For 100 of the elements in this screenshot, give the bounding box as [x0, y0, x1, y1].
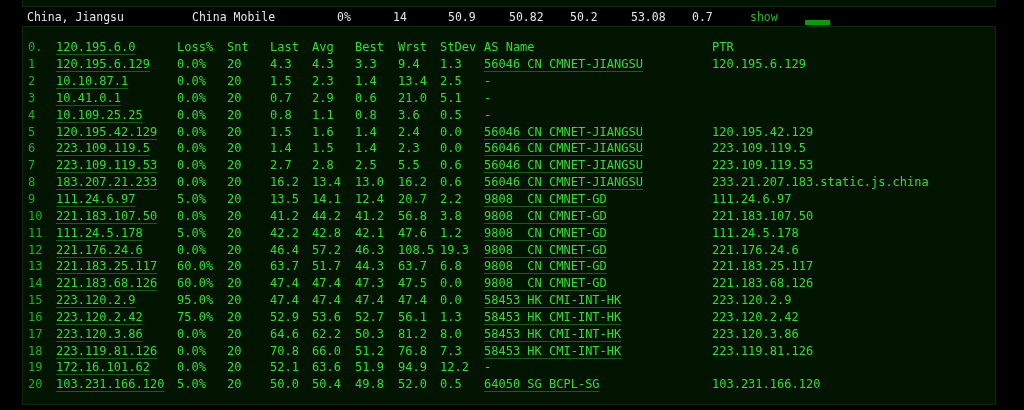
host-link[interactable]: 223.119.81.126 [56, 343, 158, 358]
table-cell-text: 4.3 [270, 57, 293, 72]
table-cell-text: 46.4 [270, 242, 300, 257]
host-link[interactable]: 223.109.119.53 [56, 158, 158, 173]
host-link[interactable]: 10.41.0.1 [56, 90, 122, 105]
table-cell-text: 50.3 [355, 326, 385, 341]
hop-number: 13 [28, 259, 44, 274]
as-name-text: - [484, 74, 493, 89]
as-name-link[interactable]: 9808 CN CMNET-GD [484, 259, 607, 274]
table-cell-text: 2.5 [440, 74, 463, 89]
ptr-text: 103.231.166.120 [712, 377, 822, 392]
as-name-link[interactable]: 9808 CN CMNET-GD [484, 208, 607, 223]
table-cell-text: 70.8 [270, 343, 300, 358]
host-link[interactable]: 103.231.166.120 [56, 377, 165, 392]
host-link[interactable]: 221.183.25.117 [56, 259, 158, 274]
as-name-link[interactable]: 9808 CN CMNET-GD [484, 276, 607, 291]
host-link[interactable]: 10.109.25.25 [56, 107, 143, 122]
column-header: Avg [312, 40, 335, 55]
as-name-link[interactable]: 56046 CN CMNET-JIANGSU [484, 57, 643, 72]
host-link[interactable]: 223.120.3.86 [56, 326, 143, 341]
table-cell-text: 51.7 [312, 259, 342, 274]
ptr-text: 111.24.6.97 [712, 192, 793, 206]
as-name-link[interactable]: 9808 CN CMNET-GD [484, 242, 607, 257]
table-cell-text: 0.6 [440, 175, 463, 190]
table-cell-text: 50.0 [270, 377, 300, 392]
table-cell-text: 66.0 [312, 343, 342, 358]
host-link[interactable]: 221.176.24.6 [56, 242, 143, 257]
table-cell-text: 13.5 [270, 192, 300, 206]
host-link[interactable]: 10.10.87.1 [56, 74, 129, 89]
table-cell-text: 56.1 [398, 309, 428, 324]
host-link[interactable]: 221.183.107.50 [56, 208, 158, 223]
table-cell-text: 1.4 [355, 124, 378, 139]
table-cell-text: 0.0% [177, 326, 207, 341]
table-cell-text: 2.7 [270, 158, 293, 173]
table-cell-text: 20 [227, 74, 243, 89]
hop-number: 16 [28, 309, 44, 324]
table-cell-text: 63.7 [270, 259, 300, 274]
table-cell-text: 94.9 [398, 360, 428, 375]
host-link[interactable]: 120.195.6.129 [56, 57, 150, 72]
hop-number: 7 [28, 158, 37, 173]
table-cell-text: 1.2 [440, 225, 463, 240]
host-link[interactable]: 111.24.6.97 [56, 192, 136, 206]
as-name-link[interactable]: 58453 HK CMI-INT-HK [484, 293, 622, 308]
table-cell-text: 5.0% [177, 225, 207, 240]
host-link[interactable]: 223.120.2.9 [56, 293, 136, 308]
column-header: AS Name [484, 40, 536, 55]
host-link[interactable]: 223.120.2.42 [56, 309, 143, 324]
table-cell-text: 9.4 [398, 57, 421, 72]
table-cell-text: 49.8 [355, 377, 385, 392]
table-cell-text: 2.3 [312, 74, 335, 89]
table-cell-text: 16.2 [398, 175, 428, 190]
host-link[interactable]: 111.24.5.178 [56, 225, 143, 240]
table-cell-text: 52.0 [398, 377, 428, 392]
isp-text: China Mobile [192, 9, 277, 24]
as-name-link[interactable]: 9808 CN CMNET-GD [484, 192, 607, 206]
table-cell-text: 0.8 [270, 107, 293, 122]
as-name-link[interactable]: 64050 SG BCPL-SG [484, 377, 600, 392]
as-name-link[interactable]: 58453 HK CMI-INT-HK [484, 309, 622, 324]
table-cell-text: 52.1 [270, 360, 300, 375]
table-cell-text: 0.0% [177, 208, 207, 223]
as-name-link[interactable]: 56046 CN CMNET-JIANGSU [484, 124, 643, 139]
table-cell-text: 20 [227, 57, 243, 72]
table-cell-text: 62.2 [312, 326, 342, 341]
table-cell-text: 0.0 [440, 276, 463, 291]
table-cell-text: 0.5 [440, 107, 463, 122]
avg-text: 50.82 [509, 9, 545, 24]
ptr-text: 223.120.2.9 [712, 293, 793, 308]
host-link[interactable]: 223.109.119.5 [56, 141, 150, 156]
show-link[interactable]: show [750, 9, 805, 24]
as-name-link[interactable]: 56046 CN CMNET-JIANGSU [484, 141, 643, 156]
host-link[interactable]: 183.207.21.233 [56, 175, 158, 190]
table-cell-text: 20 [227, 158, 243, 173]
hop-number: 14 [28, 276, 44, 291]
hop-number: 1 [28, 57, 37, 72]
host-link[interactable]: 172.16.101.62 [56, 360, 150, 375]
as-name-link[interactable]: 56046 CN CMNET-JIANGSU [484, 158, 643, 173]
host-link[interactable]: 120.195.42.129 [56, 124, 158, 139]
as-name-link[interactable]: 58453 HK CMI-INT-HK [484, 343, 622, 358]
table-cell-text: 0.0% [177, 242, 207, 257]
ptr-text: 223.109.119.5 [712, 141, 807, 156]
table-cell-text: 8.0 [440, 326, 463, 341]
table-cell-text: 4.3 [312, 57, 335, 72]
host-link[interactable]: 221.183.68.126 [56, 276, 158, 291]
table-cell-text: 51.2 [355, 343, 385, 358]
as-name-link[interactable]: 56046 CN CMNET-JIANGSU [484, 175, 643, 190]
table-cell-text: 47.4 [312, 293, 342, 308]
as-name-link[interactable]: 9808 CN CMNET-GD [484, 225, 607, 240]
table-cell-text: 20 [227, 208, 243, 223]
ptr-text: 223.120.3.86 [712, 326, 800, 341]
hop-number: 5 [28, 124, 37, 139]
table-cell-text: 2.4 [398, 124, 421, 139]
table-cell-text: 108.5 [398, 242, 436, 257]
table-cell-text: 42.1 [355, 225, 385, 240]
table-cell-text: 47.4 [355, 293, 385, 308]
table-cell-text: 0.0% [177, 360, 207, 375]
table-cell-text: 60.0% [177, 276, 215, 291]
host-link[interactable]: 120.195.6.0 [56, 40, 136, 55]
hop-number: 20 [28, 377, 44, 392]
table-cell-text: 0.0% [177, 175, 207, 190]
as-name-link[interactable]: 58453 HK CMI-INT-HK [484, 326, 622, 341]
